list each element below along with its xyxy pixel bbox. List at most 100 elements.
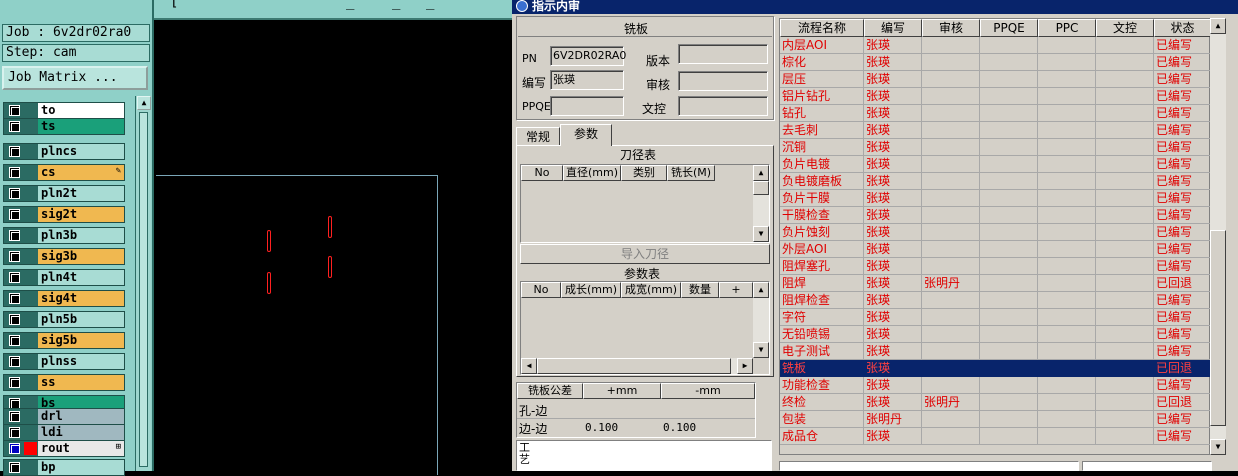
flow-cell[interactable]: [1038, 360, 1096, 377]
layer-row-ts[interactable]: ts: [3, 118, 125, 135]
flow-col-header[interactable]: 状态: [1154, 19, 1211, 37]
flow-cell[interactable]: [1096, 275, 1154, 292]
table-row[interactable]: 钻孔 张瑛 已编写: [780, 105, 1211, 122]
flow-cell[interactable]: [1038, 326, 1096, 343]
menu-glyph[interactable]: [: [170, 0, 178, 10]
flow-cell-review[interactable]: [922, 190, 980, 207]
flow-cell-name[interactable]: 阻焊塞孔: [780, 258, 864, 275]
flow-cell[interactable]: [980, 122, 1038, 139]
flow-cell-status[interactable]: 已编写: [1154, 139, 1211, 156]
check-field[interactable]: [678, 96, 768, 116]
flow-cell[interactable]: [1096, 309, 1154, 326]
flow-cell-author[interactable]: 张瑛: [864, 309, 922, 326]
flow-cell[interactable]: [1038, 275, 1096, 292]
flow-cell-status[interactable]: 已编写: [1154, 411, 1211, 428]
flow-cell-author[interactable]: 张瑛: [864, 105, 922, 122]
flow-cell-review[interactable]: [922, 156, 980, 173]
flow-cell-name[interactable]: 层压: [780, 71, 864, 88]
flow-cell-author[interactable]: 张瑛: [864, 428, 922, 445]
flow-cell[interactable]: [980, 343, 1038, 360]
layer-row-sig3b[interactable]: sig3b: [3, 248, 125, 265]
flow-cell-review[interactable]: [922, 122, 980, 139]
flow-cell[interactable]: [1038, 71, 1096, 88]
flow-cell-review[interactable]: 张明丹: [922, 394, 980, 411]
flow-cell[interactable]: [1096, 377, 1154, 394]
table-row[interactable]: 包装 张明丹 已编写: [780, 411, 1211, 428]
layer-checkbox[interactable]: [9, 188, 20, 199]
flow-cell[interactable]: [1096, 411, 1154, 428]
flow-cell[interactable]: [1096, 224, 1154, 241]
table-row[interactable]: 阻焊 张瑛 张明丹 已回退: [780, 275, 1211, 292]
flow-cell[interactable]: [980, 54, 1038, 71]
layer-checkbox[interactable]: [9, 293, 20, 304]
layer-row-sig2t[interactable]: sig2t: [3, 206, 125, 223]
flow-cell-author[interactable]: 张瑛: [864, 139, 922, 156]
flow-cell-status[interactable]: 已编写: [1154, 309, 1211, 326]
flow-cell-author[interactable]: 张瑛: [864, 173, 922, 190]
flow-cell-status[interactable]: 已编写: [1154, 428, 1211, 445]
version-field[interactable]: [678, 44, 768, 64]
flow-cell-status[interactable]: 已回退: [1154, 360, 1211, 377]
flow-cell[interactable]: [1096, 360, 1154, 377]
flow-cell-status[interactable]: 已编写: [1154, 207, 1211, 224]
flow-cell-name[interactable]: 无铅喷锡: [780, 326, 864, 343]
table-row[interactable]: 电子测试 张瑛 已编写: [780, 343, 1211, 360]
flow-cell-status[interactable]: 已编写: [1154, 37, 1211, 54]
flow-cell-status[interactable]: 已编写: [1154, 173, 1211, 190]
flow-cell-name[interactable]: 干膜检查: [780, 207, 864, 224]
flow-cell-review[interactable]: [922, 411, 980, 428]
flow-col-header[interactable]: 审核: [922, 19, 980, 37]
flow-cell-review[interactable]: [922, 37, 980, 54]
param-col-length[interactable]: 成长(mm): [561, 282, 621, 298]
flow-cell-review[interactable]: [922, 428, 980, 445]
flow-cell[interactable]: [1038, 156, 1096, 173]
flow-cell-name[interactable]: 包装: [780, 411, 864, 428]
layer-row-ldi[interactable]: ldi: [3, 424, 125, 441]
flow-cell[interactable]: [1038, 88, 1096, 105]
flow-cell-author[interactable]: 张瑛: [864, 241, 922, 258]
flow-cell[interactable]: [1096, 71, 1154, 88]
flow-cell[interactable]: [1038, 173, 1096, 190]
flow-cell[interactable]: [1038, 105, 1096, 122]
tolerance-col-name[interactable]: 铣板公差: [517, 383, 583, 399]
flow-cell-status[interactable]: 已编写: [1154, 71, 1211, 88]
layer-checkbox[interactable]: [9, 314, 20, 325]
flow-table-scrollbar[interactable]: ▲ ▼: [1210, 18, 1226, 455]
flow-cell-review[interactable]: 张明丹: [922, 275, 980, 292]
flow-cell[interactable]: [1038, 428, 1096, 445]
flow-cell-name[interactable]: 内层AOI: [780, 37, 864, 54]
job-matrix-button[interactable]: Job Matrix ...: [2, 66, 148, 90]
table-row[interactable]: 字符 张瑛 已编写: [780, 309, 1211, 326]
flow-cell-author[interactable]: 张瑛: [864, 360, 922, 377]
layer-checkbox[interactable]: [9, 209, 20, 220]
flow-cell-author[interactable]: 张瑛: [864, 292, 922, 309]
menu-glyph[interactable]: _: [426, 0, 434, 10]
author-field[interactable]: 张瑛: [550, 70, 624, 90]
param-table-hscroll[interactable]: ◀ ▶: [521, 358, 753, 374]
flow-cell[interactable]: [1038, 241, 1096, 258]
flow-cell[interactable]: [1096, 139, 1154, 156]
flow-cell[interactable]: [980, 88, 1038, 105]
flow-col-header[interactable]: 编写: [864, 19, 922, 37]
import-tool-button[interactable]: 导入刀径: [520, 244, 770, 264]
flow-cell[interactable]: [980, 37, 1038, 54]
flow-cell[interactable]: [1096, 326, 1154, 343]
layer-checkbox[interactable]: [9, 335, 20, 346]
flow-cell-name[interactable]: 沉铜: [780, 139, 864, 156]
flow-cell-status[interactable]: 已编写: [1154, 343, 1211, 360]
flow-cell[interactable]: [1038, 54, 1096, 71]
table-row[interactable]: 无铅喷锡 张瑛 已编写: [780, 326, 1211, 343]
table-row[interactable]: 终检 张瑛 张明丹 已回退: [780, 394, 1211, 411]
layer-checkbox[interactable]: [9, 377, 20, 388]
flow-cell-author[interactable]: 张瑛: [864, 394, 922, 411]
scroll-thumb[interactable]: [1210, 230, 1226, 426]
flow-cell[interactable]: [980, 411, 1038, 428]
scroll-thumb[interactable]: [139, 112, 148, 467]
flow-cell[interactable]: [980, 173, 1038, 190]
layer-row-sig5b[interactable]: sig5b: [3, 332, 125, 349]
flow-cell[interactable]: [980, 258, 1038, 275]
flow-cell[interactable]: [1038, 224, 1096, 241]
flow-cell[interactable]: [980, 326, 1038, 343]
flow-cell[interactable]: [1038, 394, 1096, 411]
layer-checkbox[interactable]: [9, 105, 20, 116]
